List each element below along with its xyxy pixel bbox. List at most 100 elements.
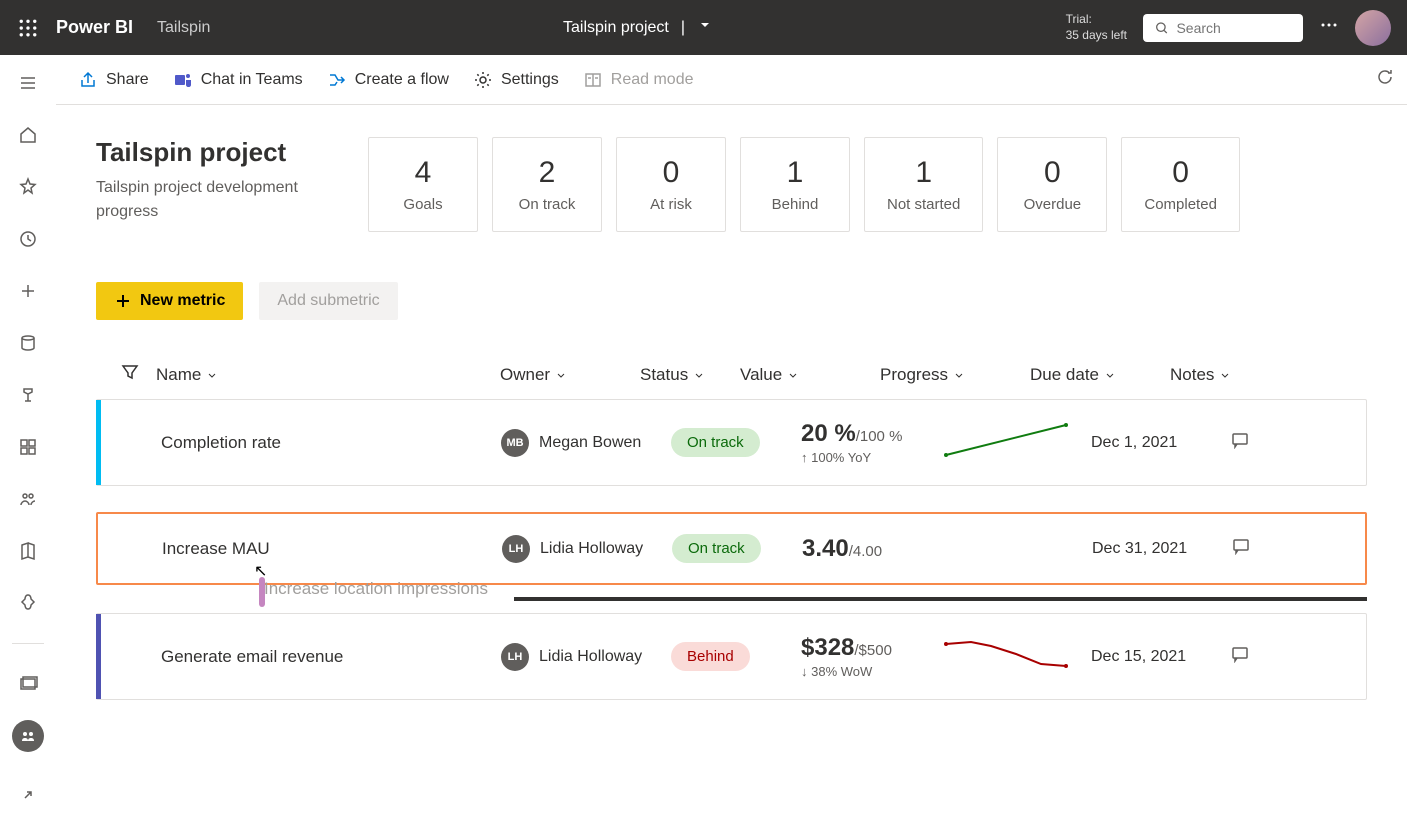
deploy-icon[interactable] <box>12 587 44 619</box>
page-subtitle: Tailspin project development progress <box>96 176 336 224</box>
metric-name: Increase MAU <box>122 539 502 559</box>
metric-notes[interactable] <box>1232 537 1312 560</box>
column-owner[interactable]: Owner <box>500 365 640 385</box>
stat-value: 1 <box>763 156 827 190</box>
metric-owner: MB Megan Bowen <box>501 429 671 457</box>
column-name[interactable]: Name <box>156 365 219 385</box>
metric-value: $328/$500 ↓ 38% WoW <box>801 634 941 679</box>
new-metric-button[interactable]: New metric <box>96 282 243 320</box>
metric-progress <box>941 420 1091 465</box>
stat-card[interactable]: 1Behind <box>740 137 850 232</box>
metric-row[interactable]: Generate email revenue LH Lidia Holloway… <box>96 613 1367 700</box>
stat-label: Goals <box>391 196 455 213</box>
flow-icon <box>327 70 347 90</box>
stat-card[interactable]: 4 Goals <box>368 137 478 232</box>
metric-duedate: Dec 1, 2021 <box>1091 434 1231 452</box>
avatar[interactable] <box>1355 10 1391 46</box>
app-name: Power BI <box>56 17 133 38</box>
stat-label: Overdue <box>1020 196 1084 213</box>
drag-label: Increase location impressions <box>264 579 488 599</box>
metric-progress <box>941 634 1091 679</box>
status-badge: On track <box>671 428 760 457</box>
table-header: Name Owner Status Value Progress Due dat… <box>96 350 1367 399</box>
create-flow-button[interactable]: Create a flow <box>317 64 459 96</box>
create-icon[interactable] <box>12 275 44 307</box>
status-badge: On track <box>672 534 761 563</box>
search-input[interactable] <box>1176 20 1291 36</box>
shared-icon[interactable] <box>12 483 44 515</box>
row-sidebar <box>96 400 101 485</box>
owner-badge: MB <box>501 429 529 457</box>
stat-cards: 4 Goals 2On track 0 At risk 1Behind1Not start… <box>368 137 1240 232</box>
chat-teams-button[interactable]: Chat in Teams <box>163 64 313 96</box>
search-box[interactable] <box>1143 14 1303 42</box>
metric-duedate: Dec 15, 2021 <box>1091 648 1231 666</box>
more-icon[interactable] <box>1319 15 1339 40</box>
external-link-icon[interactable] <box>12 779 44 811</box>
column-duedate[interactable]: Due date <box>1030 365 1170 385</box>
gear-icon <box>473 70 493 90</box>
sidebar <box>0 55 56 827</box>
toolbar: Share Chat in Teams Create a flow Settin… <box>56 55 1407 105</box>
refresh-icon <box>1375 67 1395 87</box>
workspaces-icon[interactable] <box>12 668 44 700</box>
apps-icon[interactable] <box>12 431 44 463</box>
metric-status: Behind <box>671 642 801 671</box>
stat-label: On track <box>515 196 579 213</box>
metric-name: Completion rate <box>121 433 501 453</box>
metric-row[interactable]: Completion rate MB Megan Bowen On track … <box>96 399 1367 486</box>
goals-icon[interactable] <box>12 379 44 411</box>
chevron-down-icon <box>952 368 966 382</box>
owner-name: Lidia Holloway <box>539 648 642 666</box>
chevron-down-icon <box>205 368 219 382</box>
learn-icon[interactable] <box>12 535 44 567</box>
share-button[interactable]: Share <box>68 64 159 96</box>
chevron-down-icon <box>692 368 706 382</box>
readmode-button[interactable]: Read mode <box>573 64 704 96</box>
value-delta: ↑ 100% YoY <box>801 450 941 465</box>
hamburger-icon[interactable] <box>12 67 44 99</box>
metric-notes[interactable] <box>1231 645 1311 668</box>
stat-card[interactable]: 0 At risk <box>616 137 726 232</box>
app-launcher-icon[interactable] <box>16 16 40 40</box>
home-icon[interactable] <box>12 119 44 151</box>
column-notes[interactable]: Notes <box>1170 365 1250 385</box>
metric-status: On track <box>672 534 802 563</box>
stat-value: 4 <box>391 156 455 190</box>
notes-icon <box>1231 431 1249 449</box>
stat-value: 1 <box>887 156 960 190</box>
add-submetric-button[interactable]: Add submetric <box>259 282 397 320</box>
stat-card[interactable]: 0 Overdue <box>997 137 1107 232</box>
row-sidebar <box>96 614 101 699</box>
project-dropdown-icon[interactable] <box>697 17 713 38</box>
chevron-down-icon <box>1103 368 1117 382</box>
filter-icon[interactable] <box>120 362 140 387</box>
metric-notes[interactable] <box>1231 431 1311 454</box>
column-value[interactable]: Value <box>740 365 880 385</box>
stat-label: At risk <box>639 196 703 213</box>
search-icon <box>1155 20 1168 36</box>
stat-value: 0 <box>1020 156 1084 190</box>
datasets-icon[interactable] <box>12 327 44 359</box>
metric-value: 20 %/100 % ↑ 100% YoY <box>801 420 941 465</box>
settings-button[interactable]: Settings <box>463 64 569 96</box>
stat-card[interactable]: 1Not started <box>864 137 983 232</box>
stat-card[interactable]: 2On track <box>492 137 602 232</box>
refresh-button[interactable] <box>1375 67 1395 92</box>
page-title: Tailspin project <box>96 137 336 168</box>
column-progress[interactable]: Progress <box>880 365 1030 385</box>
stat-label: Completed <box>1144 196 1217 213</box>
column-status[interactable]: Status <box>640 365 740 385</box>
notes-icon <box>1232 537 1250 555</box>
recent-icon[interactable] <box>12 223 44 255</box>
chevron-down-icon <box>1218 368 1232 382</box>
owner-badge: LH <box>501 643 529 671</box>
workspace-current-icon[interactable] <box>12 720 44 752</box>
stat-card[interactable]: 0Completed <box>1121 137 1240 232</box>
favorites-icon[interactable] <box>12 171 44 203</box>
stat-value: 0 <box>639 156 703 190</box>
chevron-down-icon <box>554 368 568 382</box>
share-icon <box>78 70 98 90</box>
owner-badge: LH <box>502 535 530 563</box>
metric-row[interactable]: Increase MAU LH Lidia Holloway On track … <box>96 512 1367 585</box>
